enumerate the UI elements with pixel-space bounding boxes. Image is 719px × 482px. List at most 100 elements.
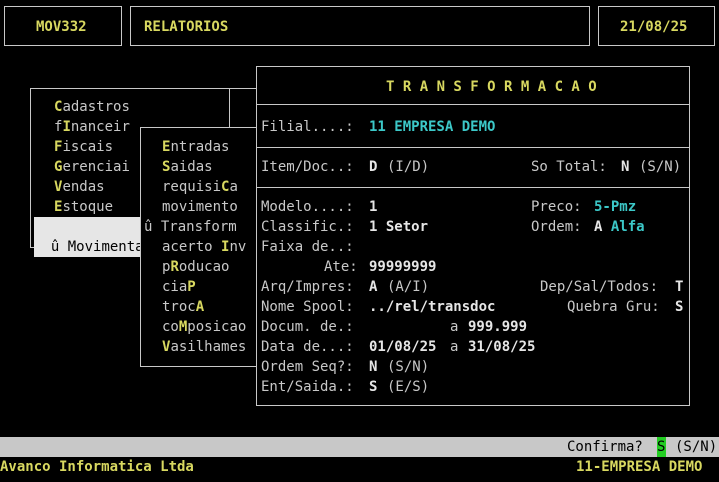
menu-item-hotkey: I xyxy=(62,119,71,135)
sub-menu-item-1[interactable]: Saidas xyxy=(162,157,213,177)
program-code: MOV332 xyxy=(36,19,87,35)
item-doc-label: Item/Doc..: xyxy=(261,159,354,175)
main-menu-item-movimenta[interactable]: û Movimenta xyxy=(34,217,146,257)
docum-label: Docum. de.: xyxy=(261,319,354,335)
quebra-gru-field[interactable]: S xyxy=(675,297,683,317)
ent-saida-hint: (E/S) xyxy=(387,379,430,395)
item-doc-field[interactable]: D xyxy=(369,157,377,177)
main-menu-item-0[interactable]: Cadastros xyxy=(54,97,130,117)
ordem-field-key: A xyxy=(594,219,603,235)
menu-item-text: endas xyxy=(62,179,105,195)
menu-item-text: co xyxy=(162,319,179,335)
ordem-field[interactable]: A Alfa xyxy=(594,217,645,237)
item-doc-hint: (I/D) xyxy=(387,159,430,175)
dep-sal-todos-field[interactable]: T xyxy=(675,277,683,297)
main-menu-item-5[interactable]: Estoque xyxy=(54,197,113,217)
form-divider-filial xyxy=(256,147,690,148)
ordem-label: Ordem: xyxy=(531,219,582,235)
so-total-hint: (S/N) xyxy=(639,159,682,175)
menu-item-text: aidas xyxy=(170,159,213,175)
data-to-field[interactable]: 31/08/25 xyxy=(468,337,535,357)
menu-item-text: iscais xyxy=(62,139,114,155)
menu-item-hotkey: A xyxy=(195,299,205,315)
sub-menu-item-5[interactable]: acerto Inv xyxy=(162,237,246,257)
menu-item-text: asilhames xyxy=(170,339,247,355)
confirm-label: Confirma? xyxy=(567,439,643,455)
so-total-field[interactable]: N xyxy=(621,157,629,177)
sub-menu-item-3[interactable]: movimento xyxy=(162,197,238,217)
quebra-gru-label: Quebra Gru: xyxy=(567,299,660,315)
sub-menu-item-10[interactable]: Vasilhames xyxy=(162,337,246,357)
menu-item-text: posicao xyxy=(187,319,247,335)
arq-impres-hint: (A/I) xyxy=(387,279,430,295)
docum-to-field[interactable]: 999.999 xyxy=(468,317,527,337)
ate-label: Ate: xyxy=(324,259,358,275)
menu-item-text: requisi xyxy=(162,179,222,195)
nome-spool-field[interactable]: ../rel/transdoc xyxy=(369,297,495,317)
data-from-field[interactable]: 01/08/25 xyxy=(369,337,436,357)
form-divider-title xyxy=(256,104,690,105)
menu-item-text: nv xyxy=(229,239,247,255)
main-menu-item-label: Movimenta xyxy=(67,239,144,255)
data-label: Data de...: xyxy=(261,339,354,355)
main-menu-top-border xyxy=(30,88,256,89)
menu-item-text: cia xyxy=(162,279,188,295)
data-a-label: a xyxy=(450,339,459,355)
sub-menu-item-9[interactable]: coMposicao xyxy=(162,317,246,337)
menu-item-text: oducao xyxy=(178,259,230,275)
ent-saida-field[interactable]: S xyxy=(369,377,377,397)
confirm-field[interactable]: S xyxy=(657,437,666,457)
sub-menu-item-8[interactable]: trocA xyxy=(162,297,204,317)
filial-field[interactable]: 11 EMPRESA DEMO xyxy=(369,117,495,137)
sub-menu-item-2[interactable]: requisiCa xyxy=(162,177,238,197)
docum-a-label: a xyxy=(450,319,459,335)
faixa-label: Faixa de..: xyxy=(261,239,354,255)
preco-label: Preco: xyxy=(531,199,582,215)
sub-menu-item-0[interactable]: Entradas xyxy=(162,137,229,157)
menu-item-text: nanceir xyxy=(70,119,130,135)
classific-field[interactable]: 1 Setor xyxy=(369,217,428,237)
dep-sal-todos-label: Dep/Sal/Todos: xyxy=(540,279,659,295)
ordem-seq-hint: (S/N) xyxy=(387,359,430,375)
form-title: T R A N S F O R M A C A O xyxy=(386,79,597,95)
menu-item-text: a xyxy=(229,179,238,195)
classific-label: Classific.: xyxy=(261,219,354,235)
preco-field[interactable]: 5-Pmz xyxy=(594,197,636,217)
arq-impres-field[interactable]: A xyxy=(369,277,377,297)
menu-item-hotkey: P xyxy=(187,279,196,295)
main-menu-item-2[interactable]: Fiscais xyxy=(54,137,113,157)
filial-label: Filial....: xyxy=(261,119,354,135)
menu-item-text: troc xyxy=(162,299,196,315)
menu-item-hotkey: R xyxy=(170,259,179,275)
menu-item-text: ntradas xyxy=(170,139,230,155)
menu-item-text: Transform xyxy=(160,219,237,235)
status-company: Avanco Informatica Ltda xyxy=(0,459,194,475)
section-title: RELATORIOS xyxy=(144,19,229,35)
menu-item-text: adastros xyxy=(62,99,130,115)
menu-item-text: erenciai xyxy=(62,159,130,175)
ate-field[interactable]: 99999999 xyxy=(369,257,436,277)
sub-menu-item-6[interactable]: pRoducao xyxy=(162,257,229,277)
main-menu-item-3[interactable]: Gerenciai xyxy=(54,157,130,177)
form-divider-item xyxy=(256,187,690,188)
ordem-seq-field[interactable]: N xyxy=(369,357,377,377)
status-branch: 11-EMPRESA DEMO xyxy=(576,459,703,475)
header-date: 21/08/25 xyxy=(620,19,688,35)
sub-menu-item-7[interactable]: ciaP xyxy=(162,277,196,297)
modelo-field[interactable]: 1 xyxy=(369,197,377,217)
modelo-label: Modelo....: xyxy=(261,199,354,215)
so-total-label: So Total: xyxy=(531,159,607,175)
sub-menu-item-4[interactable]: û Transform xyxy=(144,217,237,237)
main-menu-item-4[interactable]: Vendas xyxy=(54,177,105,197)
menu-item-text: movimento xyxy=(162,199,238,215)
menu-item-text: stoque xyxy=(62,199,114,215)
ordem-seq-label: Ordem Seq?: xyxy=(261,359,354,375)
nome-spool-label: Nome Spool: xyxy=(261,299,354,315)
ent-saida-label: Ent/Saida.: xyxy=(261,379,354,395)
selected-marker: û xyxy=(144,219,161,235)
arq-impres-label: Arq/Impres: xyxy=(261,279,354,295)
main-menu-item-1[interactable]: fInanceir xyxy=(54,117,130,137)
confirm-hint: (S/N) xyxy=(675,439,718,455)
selected-marker: û xyxy=(50,239,60,255)
ordem-field-text: Alfa xyxy=(610,219,645,235)
